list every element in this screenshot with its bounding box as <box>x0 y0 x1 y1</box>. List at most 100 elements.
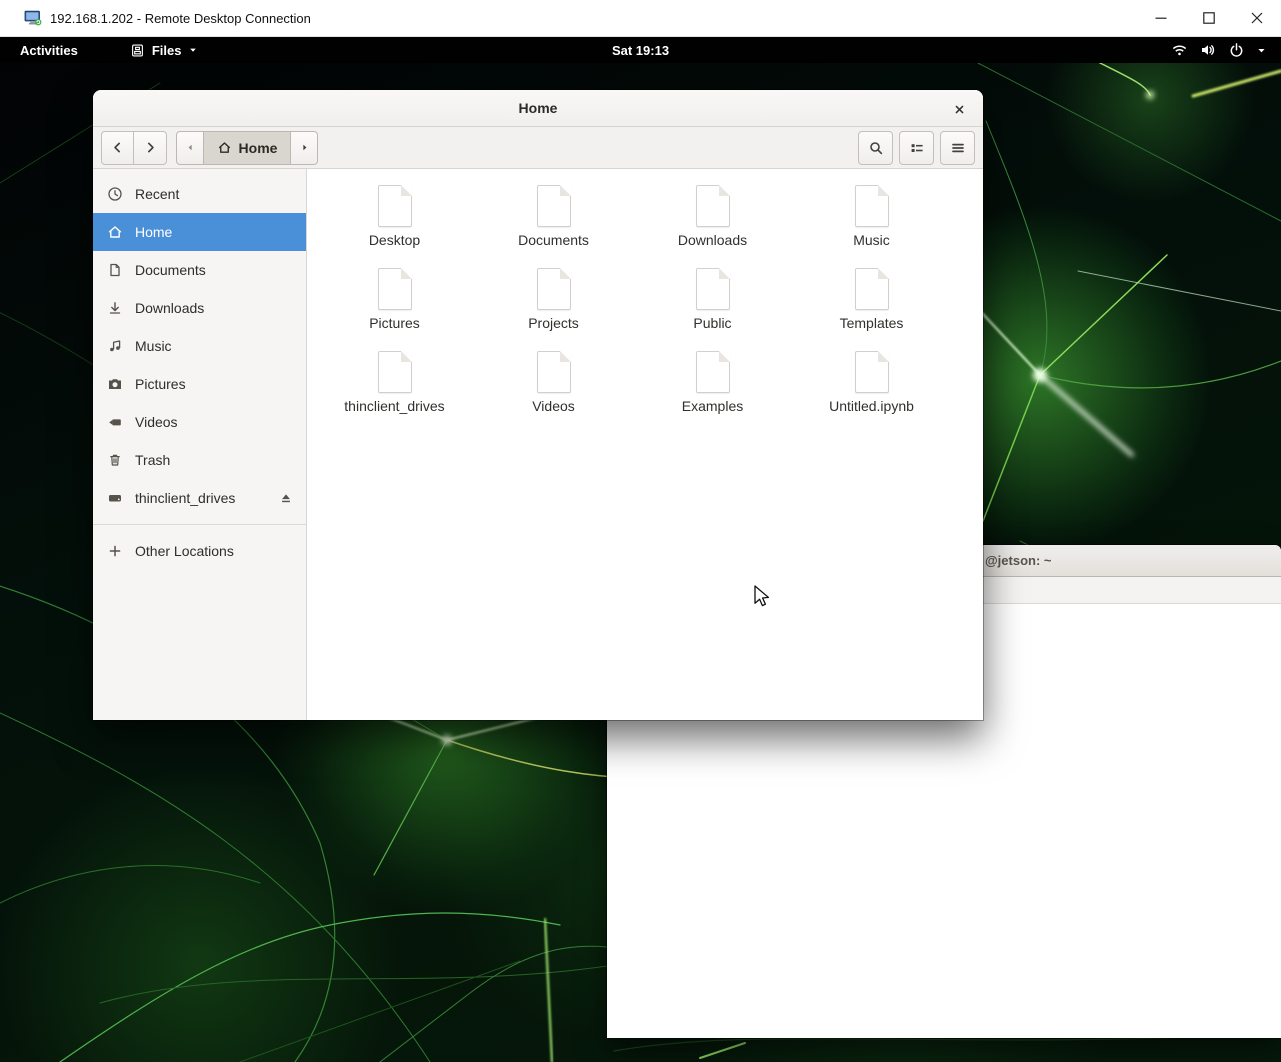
sidebar-item-label: Other Locations <box>135 543 234 559</box>
trash-icon <box>107 452 123 468</box>
files-content-area[interactable]: Desktop Documents Downloads Music Pictur… <box>307 169 983 720</box>
breadcrumb-home[interactable]: Home <box>203 132 291 164</box>
sidebar-item-trash[interactable]: Trash <box>93 441 306 479</box>
music-notes-icon <box>107 338 123 354</box>
sidebar-item-label: Pictures <box>135 376 186 392</box>
back-icon <box>110 140 125 155</box>
minimize-icon <box>1154 11 1168 25</box>
sidebar-item-thinclient-drives[interactable]: thinclient_drives <box>93 479 306 517</box>
blank-page-icon <box>696 185 730 227</box>
blank-page-icon <box>696 268 730 310</box>
sidebar-item-label: Downloads <box>135 300 204 316</box>
close-icon <box>953 103 966 116</box>
file-label: thinclient_drives <box>344 398 444 414</box>
file-label: Downloads <box>678 232 747 248</box>
sidebar-item-recent[interactable]: Recent <box>93 175 306 213</box>
document-icon <box>107 262 123 278</box>
window-close-button[interactable] <box>945 95 973 123</box>
window-title: Home <box>93 90 983 127</box>
sidebar-item-home[interactable]: Home <box>93 213 306 251</box>
file-item[interactable]: Examples <box>633 351 792 434</box>
search-icon <box>868 140 884 156</box>
file-item[interactable]: Pictures <box>315 268 474 351</box>
minimize-button[interactable] <box>1137 0 1185 36</box>
forward-button[interactable] <box>134 131 167 165</box>
close-icon <box>1250 11 1264 25</box>
file-item[interactable]: Desktop <box>315 185 474 268</box>
gnome-topbar: Activities Files Sat 19:13 <box>0 37 1281 63</box>
sidebar-item-label: thinclient_drives <box>135 490 235 506</box>
file-label: Documents <box>518 232 589 248</box>
file-label: Music <box>853 232 890 248</box>
files-headerbar[interactable]: Home <box>93 90 983 127</box>
file-item[interactable]: Projects <box>474 268 633 351</box>
sidebar-item-music[interactable]: Music <box>93 327 306 365</box>
blank-page-icon <box>378 185 412 227</box>
search-button[interactable] <box>858 131 893 165</box>
file-item[interactable]: thinclient_drives <box>315 351 474 434</box>
blank-page-icon <box>537 268 571 310</box>
sidebar-item-videos[interactable]: Videos <box>93 403 306 441</box>
file-item[interactable]: Public <box>633 268 792 351</box>
sidebar-item-other-locations[interactable]: Other Locations <box>93 532 306 570</box>
blank-page-icon <box>537 351 571 393</box>
blank-page-icon <box>855 351 889 393</box>
rdp-app-icon <box>24 9 42 27</box>
file-label: Examples <box>682 398 743 414</box>
file-grid: Desktop Documents Downloads Music Pictur… <box>307 169 983 434</box>
file-label: Projects <box>528 315 579 331</box>
file-item[interactable]: Downloads <box>633 185 792 268</box>
file-item[interactable]: Untitled.ipynb <box>792 351 951 434</box>
sidebar-item-label: Documents <box>135 262 206 278</box>
files-sidebar: Recent Home Documents <box>93 169 307 720</box>
view-toggle-button[interactable] <box>899 131 934 165</box>
maximize-button[interactable] <box>1185 0 1233 36</box>
sidebar-item-label: Home <box>135 224 172 240</box>
topbar-clock[interactable]: Sat 19:13 <box>0 43 1281 58</box>
file-label: Public <box>693 315 731 331</box>
file-item[interactable]: Templates <box>792 268 951 351</box>
path-scroll-left-button[interactable] <box>177 132 203 164</box>
blank-page-icon <box>855 185 889 227</box>
volume-icon <box>1199 42 1217 58</box>
file-label: Desktop <box>369 232 420 248</box>
home-icon <box>217 140 232 155</box>
list-view-icon <box>909 140 925 156</box>
breadcrumb-label: Home <box>239 140 278 156</box>
forward-icon <box>143 140 158 155</box>
power-icon <box>1228 42 1245 58</box>
blank-page-icon <box>378 351 412 393</box>
file-item[interactable]: Videos <box>474 351 633 434</box>
menu-button[interactable] <box>940 131 975 165</box>
camera-icon <box>107 376 123 392</box>
file-label: Templates <box>840 315 904 331</box>
sidebar-item-label: Recent <box>135 186 179 202</box>
blank-page-icon <box>378 268 412 310</box>
sidebar-item-label: Trash <box>135 452 170 468</box>
recent-clock-icon <box>107 186 123 202</box>
close-button[interactable] <box>1233 0 1281 36</box>
rdp-titlebar[interactable]: 192.168.1.202 - Remote Desktop Connectio… <box>0 0 1281 37</box>
mouse-cursor <box>752 585 774 609</box>
file-item[interactable]: Documents <box>474 185 633 268</box>
path-scroll-right-button[interactable] <box>291 132 317 164</box>
back-button[interactable] <box>101 131 134 165</box>
files-toolbar: Home <box>93 127 983 169</box>
eject-button[interactable] <box>278 491 294 506</box>
sidebar-item-label: Music <box>135 338 172 354</box>
sidebar-item-pictures[interactable]: Pictures <box>93 365 306 403</box>
sidebar-item-downloads[interactable]: Downloads <box>93 289 306 327</box>
eject-icon <box>278 491 294 506</box>
system-status-area[interactable] <box>1171 42 1281 58</box>
file-label: Videos <box>532 398 575 414</box>
sidebar-separator <box>93 524 306 525</box>
home-icon <box>107 224 123 240</box>
file-item[interactable]: Music <box>792 185 951 268</box>
menu-icon <box>950 140 966 156</box>
blank-page-icon <box>696 351 730 393</box>
plus-icon <box>107 543 123 559</box>
sidebar-item-documents[interactable]: Documents <box>93 251 306 289</box>
maximize-icon <box>1202 11 1216 25</box>
wifi-icon <box>1171 42 1188 58</box>
hard-drive-icon <box>107 490 123 506</box>
